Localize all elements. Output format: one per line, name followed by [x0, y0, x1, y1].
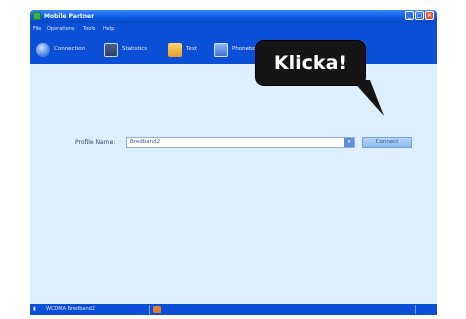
toolbar-text-label: Text — [186, 46, 198, 52]
callout-bubble: Klicka! — [256, 41, 365, 85]
toolbar-connection-label: Connection — [54, 46, 86, 52]
toolbar-connection[interactable]: Connection — [36, 42, 96, 58]
envelope-icon — [168, 43, 182, 57]
minimize-button[interactable]: _ — [405, 11, 414, 20]
globe-icon — [36, 43, 50, 57]
window-title: Mobile Partner — [44, 13, 95, 20]
phonebook-icon — [214, 43, 228, 57]
menu-file[interactable]: File — [33, 25, 41, 34]
toolbar-text[interactable]: Text — [168, 42, 208, 58]
menu-bar: File Operations Tools Help — [30, 23, 437, 36]
chevron-down-icon[interactable]: ▾ — [344, 138, 354, 147]
connect-button[interactable]: Connect — [362, 137, 412, 148]
profile-name-value: Bredband2 — [130, 139, 161, 145]
menu-operations[interactable]: Operations — [47, 25, 75, 34]
status-divider-right — [415, 305, 416, 314]
stats-icon — [104, 43, 118, 57]
status-divider — [149, 305, 150, 314]
toolbar: Connection Statistics Text Phonebook — [30, 36, 437, 64]
app-icon — [33, 12, 41, 20]
callout-text: Klicka! — [273, 52, 348, 74]
menu-help[interactable]: Help — [103, 25, 114, 34]
profile-name-label: Profile Name: — [75, 139, 116, 146]
status-bar: ▮ WCDMA Bredband2 — [30, 304, 437, 315]
profile-name-select[interactable]: Bredband2 ▾ — [126, 137, 355, 148]
toolbar-statistics[interactable]: Statistics — [104, 42, 164, 58]
signal-icon: ▮ — [33, 306, 36, 312]
callout-pointer — [352, 80, 384, 116]
messages-icon[interactable] — [153, 306, 161, 313]
toolbar-statistics-label: Statistics — [122, 46, 148, 52]
maximize-button[interactable]: □ — [415, 11, 424, 20]
status-network-text: WCDMA Bredband2 — [46, 306, 95, 312]
close-button[interactable]: × — [425, 11, 434, 20]
title-bar[interactable]: Mobile Partner _ □ × — [30, 10, 437, 23]
app-window: Mobile Partner _ □ × File Operations Too… — [30, 10, 437, 315]
menu-tools[interactable]: Tools — [83, 25, 95, 34]
